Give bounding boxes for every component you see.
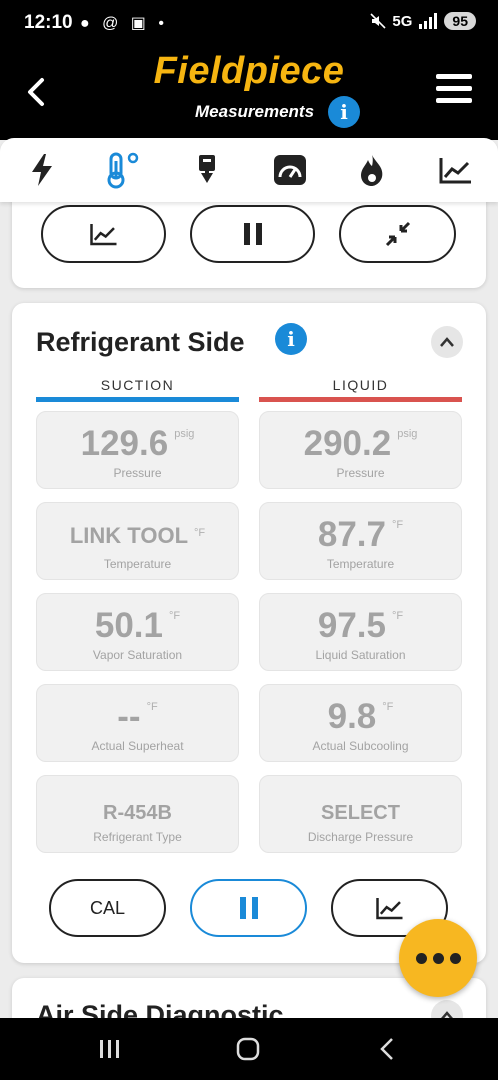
tab-temperature[interactable]: [102, 150, 142, 190]
subcooling-tile[interactable]: 9.8 °F Actual Subcooling: [259, 684, 462, 762]
cal-button[interactable]: CAL: [49, 879, 166, 937]
dot-icon: [432, 952, 444, 964]
section-title: Refrigerant Side: [36, 327, 245, 357]
trend-chart-icon: [375, 898, 402, 920]
liquid-saturation-label: Liquid Saturation: [315, 648, 406, 662]
pause-button[interactable]: [190, 205, 315, 263]
pause-icon: [239, 897, 258, 919]
controls-card: [12, 190, 486, 288]
hamburger-menu-icon[interactable]: [436, 74, 472, 106]
discharge-pressure-tile[interactable]: SELECT Discharge Pressure: [259, 775, 462, 853]
app-header: Fieldpiece Measurements i: [0, 48, 498, 140]
liquid-header: LIQUID: [332, 377, 389, 393]
suction-temp-label: Temperature: [103, 557, 172, 571]
system-nav-bar: [0, 1018, 498, 1080]
superheat-label: Actual Superheat: [91, 739, 184, 753]
tab-combustion[interactable]: [352, 150, 392, 190]
trend-button[interactable]: [41, 205, 166, 263]
discharge-pressure-value: SELECT: [321, 802, 400, 824]
thermometer-icon: [107, 152, 139, 189]
suction-underline: [36, 397, 239, 402]
suction-pressure-unit: psig: [174, 428, 195, 440]
mute-icon: [370, 13, 386, 29]
liquid-saturation-unit: °F: [392, 610, 404, 622]
status-right: 5G 95: [370, 12, 476, 30]
refrigerant-type-label: Refrigerant Type: [93, 830, 182, 844]
liquid-saturation-value: 97.5: [317, 606, 386, 645]
status-time: 12:10: [24, 12, 73, 33]
tab-probe[interactable]: [187, 150, 227, 190]
suction-temp-value: LINK TOOL: [69, 523, 189, 548]
refrigerant-type-value: R-454B: [103, 802, 172, 824]
home-icon[interactable]: [233, 1034, 263, 1064]
superheat-value: --: [117, 697, 141, 736]
vapor-saturation-value: 50.1: [94, 606, 163, 645]
superheat-unit: °F: [146, 701, 158, 713]
notification-icons: ● @ ▣ •: [80, 15, 168, 32]
vapor-saturation-unit: °F: [169, 610, 181, 622]
tab-trends[interactable]: [436, 150, 476, 190]
suction-header: SUCTION: [100, 377, 175, 393]
suction-pressure-label: Pressure: [113, 466, 162, 480]
liquid-temp-label: Temperature: [326, 557, 395, 571]
header-info-icon[interactable]: i: [328, 96, 360, 128]
liquid-temp-unit: °F: [392, 519, 404, 531]
cal-label: CAL: [89, 897, 125, 918]
liquid-pressure-label: Pressure: [336, 466, 385, 480]
liquid-pressure-value: 290.2: [303, 424, 392, 463]
more-options-fab[interactable]: [399, 919, 477, 997]
vapor-saturation-tile[interactable]: 50.1 °F Vapor Saturation: [36, 593, 239, 671]
refrigerant-type-tile[interactable]: R-454B Refrigerant Type: [36, 775, 239, 853]
minimize-arrows-icon: [385, 221, 410, 247]
discharge-pressure-label: Discharge Pressure: [307, 830, 414, 844]
liquid-temp-tile[interactable]: 87.7 °F Temperature: [259, 502, 462, 580]
network-label: 5G: [392, 12, 413, 30]
suction-pressure-tile[interactable]: 129.6 psig Pressure: [36, 411, 239, 489]
dot-icon: [415, 952, 427, 964]
fieldpiece-logo: Fieldpiece: [153, 50, 345, 92]
liquid-pressure-unit: psig: [397, 428, 418, 440]
liquid-saturation-tile[interactable]: 97.5 °F Liquid Saturation: [259, 593, 462, 671]
dot-icon: [449, 952, 461, 964]
section-info-icon[interactable]: i: [275, 323, 307, 355]
system-back-icon[interactable]: [373, 1034, 403, 1064]
trend-chart-icon: [89, 224, 116, 246]
trend-chart-icon: [439, 158, 471, 184]
refrigerant-pause-button[interactable]: [190, 879, 307, 937]
recent-apps-icon[interactable]: [95, 1034, 125, 1064]
subcooling-value: 9.8: [327, 697, 377, 736]
suction-temp-unit: °F: [194, 527, 206, 539]
tab-gauge[interactable]: [270, 150, 310, 190]
measurement-tabbar: [0, 138, 498, 202]
header-subtitle: Measurements: [195, 102, 315, 121]
superheat-tile[interactable]: -- °F Actual Superheat: [36, 684, 239, 762]
pause-icon: [243, 223, 262, 245]
collapse-view-button[interactable]: [339, 205, 456, 263]
battery-badge: 95: [444, 12, 476, 30]
subcooling-unit: °F: [382, 701, 394, 713]
suction-temp-tile[interactable]: LINK TOOL °F Temperature: [36, 502, 239, 580]
probe-icon: [199, 155, 215, 183]
tab-electrical[interactable]: [22, 150, 62, 190]
liquid-underline: [259, 397, 462, 402]
status-bar: 12:10 ● @ ▣ • 5G 95: [0, 0, 498, 48]
liquid-temp-value: 87.7: [317, 515, 386, 554]
signal-icon: [419, 13, 438, 29]
refrigerant-side-card: Refrigerant Side i SUCTION LIQUID 129.6 p…: [12, 303, 486, 963]
suction-pressure-value: 129.6: [80, 424, 169, 463]
gauge-icon: [274, 155, 306, 185]
vapor-saturation-label: Vapor Saturation: [92, 648, 183, 662]
flame-icon: [361, 155, 383, 186]
lightning-icon: [32, 154, 52, 186]
liquid-pressure-tile[interactable]: 290.2 psig Pressure: [259, 411, 462, 489]
subcooling-label: Actual Subcooling: [312, 739, 409, 753]
collapse-chevron-icon[interactable]: [431, 326, 463, 358]
